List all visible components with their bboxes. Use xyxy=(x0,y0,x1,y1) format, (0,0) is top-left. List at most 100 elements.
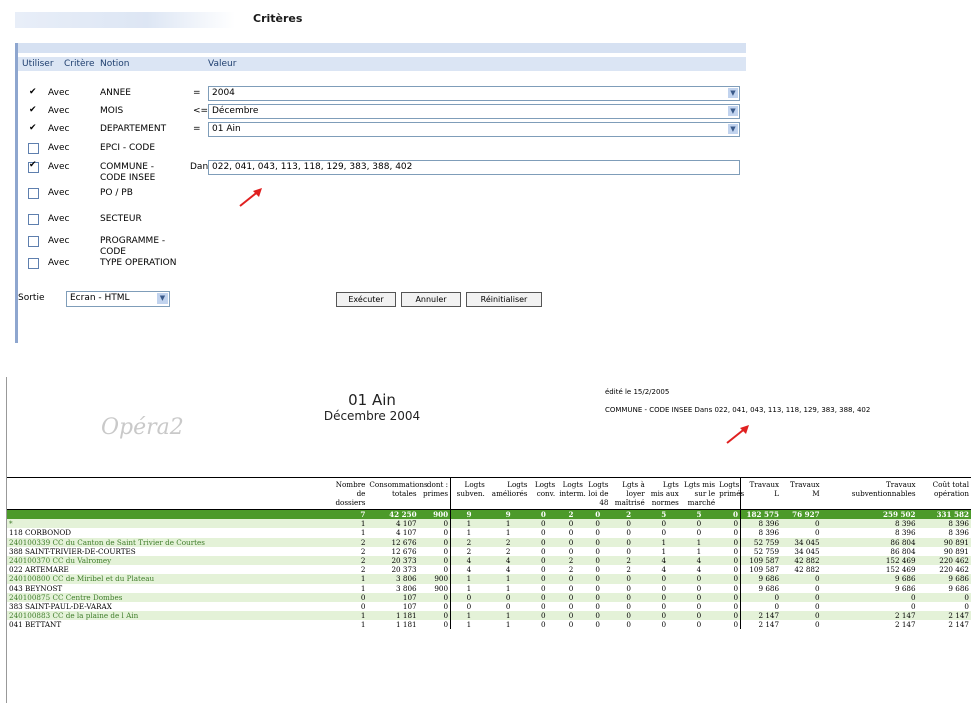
value-field[interactable]: Décembre ▼ xyxy=(208,104,740,119)
cell-value: 0 xyxy=(717,519,742,529)
cell-value: 900 xyxy=(418,574,452,584)
cell-value: 0 xyxy=(568,546,574,556)
cell-value: 0 xyxy=(610,519,647,529)
cell-value: 2 xyxy=(360,546,366,556)
cell-value: 0 xyxy=(626,620,631,630)
cell-value: 8 396 xyxy=(894,528,916,538)
column-header: Coût total opération xyxy=(932,480,969,498)
cell-value: 0 xyxy=(568,601,574,611)
column-header: Logts interm. xyxy=(559,480,586,498)
executer-button[interactable]: Exécuter xyxy=(336,292,396,307)
row-label: 240100875 CC Centre Dombes xyxy=(7,592,327,602)
cell-value: 0 xyxy=(584,592,611,602)
column-header: Logts améliorés xyxy=(491,480,528,498)
use-checkbox[interactable] xyxy=(28,143,39,154)
chevron-down-icon[interactable]: ▼ xyxy=(728,124,738,134)
value-text: Décembre xyxy=(212,106,259,116)
cell-value: 1 xyxy=(646,537,681,547)
red-arrow-icon xyxy=(238,186,264,211)
cell-value: 2 xyxy=(505,546,511,556)
cell-value: 0 xyxy=(910,601,916,611)
cell-value: 0 xyxy=(557,592,585,602)
use-checkbox[interactable] xyxy=(28,214,39,225)
operator-label: = xyxy=(193,88,201,98)
cell-value: 4 xyxy=(646,555,681,566)
cell-value: 2 xyxy=(466,546,472,556)
use-checkbox[interactable] xyxy=(28,87,37,97)
value-field[interactable]: 022, 041, 043, 113, 118, 129, 383, 388, … xyxy=(208,160,740,175)
cell-value: 86 804 xyxy=(890,546,916,556)
report-table: Nombre de dossiers Consommations totales d… xyxy=(7,477,971,630)
row-label: 388 SAINT-TRIVIER-DE-COURTES xyxy=(9,546,136,556)
criteria-title-bar xyxy=(15,12,235,28)
cell-value: 90 891 xyxy=(943,546,969,556)
cell-value: 1 xyxy=(360,620,366,630)
cell-value: 0 xyxy=(557,574,585,584)
cell-value: 0 xyxy=(917,592,971,602)
cell-value: 2 xyxy=(326,537,368,547)
cell-value: 0 xyxy=(696,601,702,611)
cell-value: 2 xyxy=(626,565,631,575)
cell-value: 0 xyxy=(541,528,546,538)
chevron-down-icon[interactable]: ▼ xyxy=(728,88,738,98)
notion-label: MOIS xyxy=(100,106,124,116)
cell-value: 0 xyxy=(815,601,820,611)
cell-value: 0 xyxy=(418,555,452,566)
header-utiliser: Utiliser xyxy=(22,59,54,69)
report-filter: COMMUNE - CODE INSEE Dans 022, 041, 043,… xyxy=(605,406,871,414)
cell-value: 9 686 xyxy=(948,583,969,593)
cell-value: 4 xyxy=(450,555,487,566)
cell-value: 9 686 xyxy=(740,574,782,584)
cell-value: 5 xyxy=(646,509,681,520)
chevron-down-icon[interactable]: ▼ xyxy=(728,106,738,116)
chevron-down-icon[interactable]: ▼ xyxy=(157,293,168,304)
annuler-button[interactable]: Annuler xyxy=(401,292,461,307)
column-header: Travaux M xyxy=(790,480,820,498)
value-field[interactable]: 01 Ain ▼ xyxy=(208,122,740,137)
cell-value: 0 xyxy=(595,565,600,575)
criteria-panel: Utiliser Critère Notion Valeur Avec ANNEE… xyxy=(15,43,748,343)
table-row: 240100800 CC de Miribel et du Plateau 1 3 … xyxy=(7,574,971,584)
value-text: 01 Ain xyxy=(212,124,241,134)
use-checkbox[interactable] xyxy=(28,236,39,247)
cell-value: 0 xyxy=(529,611,558,621)
cell-value: 0 xyxy=(418,546,452,556)
cell-value: 1 xyxy=(466,583,472,593)
cell-value: 9 686 xyxy=(821,574,918,584)
report-subtitle: Décembre 2004 xyxy=(323,409,421,423)
reinitialiser-button[interactable]: Réinitialiser xyxy=(466,292,542,307)
cell-value: 0 xyxy=(529,537,558,547)
cell-value: 9 xyxy=(450,509,487,520)
cell-value: 0 xyxy=(584,611,611,621)
cell-value: 0 xyxy=(661,620,667,630)
cell-value: 0 xyxy=(418,519,452,529)
cell-value: 4 xyxy=(486,555,530,566)
report-area: Opéra2 01 Ain Décembre 2004 édité le 15/… xyxy=(6,377,973,703)
cell-value: 0 xyxy=(584,519,611,529)
cell-value: 220 462 xyxy=(939,565,969,575)
use-checkbox[interactable] xyxy=(28,258,39,269)
cell-value: 0 xyxy=(557,611,585,621)
cell-value: 0 xyxy=(646,519,681,529)
value-field[interactable]: 2004 ▼ xyxy=(208,86,740,101)
header-valeur: Valeur xyxy=(208,59,237,69)
notion-label: COMMUNE - CODE INSEE xyxy=(100,162,156,183)
cell-value: 4 xyxy=(696,565,702,575)
cell-value: 0 xyxy=(541,620,546,630)
sortie-select[interactable]: Ecran - HTML ▼ xyxy=(66,291,170,307)
cell-value: 0 xyxy=(774,601,780,611)
notion-label: DEPARTEMENT xyxy=(100,124,167,134)
cell-value: 1 181 xyxy=(396,620,417,630)
row-label: 240100339 CC du Canton de Saint Trivier … xyxy=(7,537,327,547)
cell-value: 42 882 xyxy=(794,565,820,575)
use-checkbox[interactable] xyxy=(28,160,39,173)
cell-value: 0 xyxy=(610,537,647,547)
critere-label: Avec xyxy=(48,106,70,116)
row-label: 240100883 CC de la plaine de l Ain xyxy=(7,611,327,621)
cell-value: 0 xyxy=(584,574,611,584)
use-checkbox[interactable] xyxy=(28,123,37,133)
use-checkbox[interactable] xyxy=(28,105,37,115)
table-row: 022 ARTEMARE 2 20 373 0 4 4 0 2 0 2 4 4 0 109 587 42 8… xyxy=(7,565,971,575)
use-checkbox[interactable] xyxy=(28,188,39,199)
cell-value: 0 xyxy=(541,583,546,593)
